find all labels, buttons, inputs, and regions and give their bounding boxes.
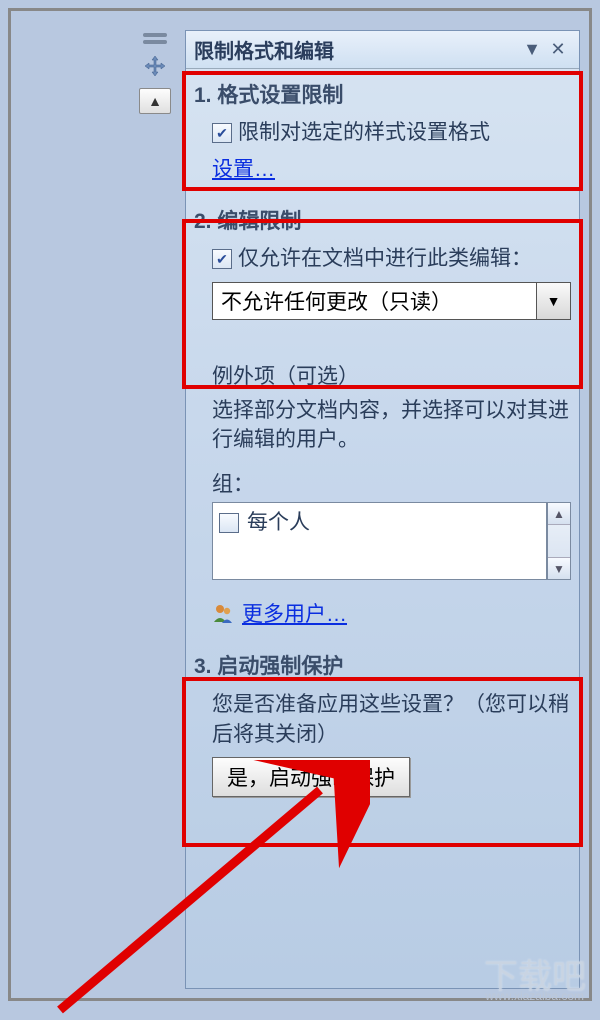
exceptions-title: 例外项（可选） <box>212 360 571 390</box>
restrict-editing-panel: 限制格式和编辑 ▼ ✕ 1. 格式设置限制 限制对选定的样式设置格式 设置… 2… <box>185 30 580 989</box>
formatting-checkbox[interactable] <box>212 123 232 143</box>
dropdown-value: 不允许任何更改（只读） <box>212 282 537 320</box>
everyone-label: 每个人 <box>247 509 310 537</box>
nav-up-button[interactable]: ▲ <box>139 88 171 114</box>
section2-heading: 2. 编辑限制 <box>194 205 571 235</box>
dropdown-arrow-button[interactable]: ▼ <box>537 282 571 320</box>
formatting-checkbox-label: 限制对选定的样式设置格式 <box>238 119 490 147</box>
editing-checkbox[interactable] <box>212 249 232 269</box>
grip-handle[interactable] <box>143 33 167 37</box>
groups-listbox[interactable]: 每个人 <box>212 502 547 580</box>
panel-close-button[interactable]: ✕ <box>545 37 571 63</box>
panel-header: 限制格式和编辑 ▼ ✕ <box>186 31 579 69</box>
settings-link[interactable]: 设置… <box>212 158 275 181</box>
left-gutter: ▲ <box>135 30 175 118</box>
exceptions-desc: 选择部分文档内容，并选择可以对其进行编辑的用户。 <box>212 396 571 455</box>
start-enforcing-button[interactable]: 是，启动强制保护 <box>212 757 410 797</box>
section3-heading: 3. 启动强制保护 <box>194 650 571 680</box>
users-icon <box>212 602 234 624</box>
section-formatting: 1. 格式设置限制 限制对选定的样式设置格式 设置… <box>194 79 571 183</box>
listbox-scrollbar[interactable]: ▲ ▼ <box>547 502 571 580</box>
watermark-url: www.xiazaiba.com <box>485 989 584 1003</box>
scroll-up-icon[interactable]: ▲ <box>548 503 570 525</box>
section-editing: 2. 编辑限制 仅允许在文档中进行此类编辑： 不允许任何更改（只读） ▼ 例外项… <box>194 205 571 628</box>
more-users-link[interactable]: 更多用户… <box>242 598 347 628</box>
grip-handle[interactable] <box>143 40 167 44</box>
group-label: 组： <box>212 468 571 498</box>
move-icon[interactable] <box>141 52 169 80</box>
enforce-prompt: 您是否准备应用这些设置？（您可以稍后将其关闭） <box>212 690 571 749</box>
panel-body: 1. 格式设置限制 限制对选定的样式设置格式 设置… 2. 编辑限制 仅允许在文… <box>186 69 579 988</box>
everyone-checkbox[interactable] <box>219 513 239 533</box>
editing-restriction-dropdown[interactable]: 不允许任何更改（只读） ▼ <box>212 282 571 320</box>
scroll-down-icon[interactable]: ▼ <box>548 557 570 579</box>
section-enforce: 3. 启动强制保护 您是否准备应用这些设置？（您可以稍后将其关闭） 是，启动强制… <box>194 650 571 797</box>
panel-menu-button[interactable]: ▼ <box>519 37 545 63</box>
panel-title: 限制格式和编辑 <box>194 35 519 64</box>
section1-heading: 1. 格式设置限制 <box>194 79 571 109</box>
editing-checkbox-label: 仅允许在文档中进行此类编辑： <box>238 245 532 273</box>
